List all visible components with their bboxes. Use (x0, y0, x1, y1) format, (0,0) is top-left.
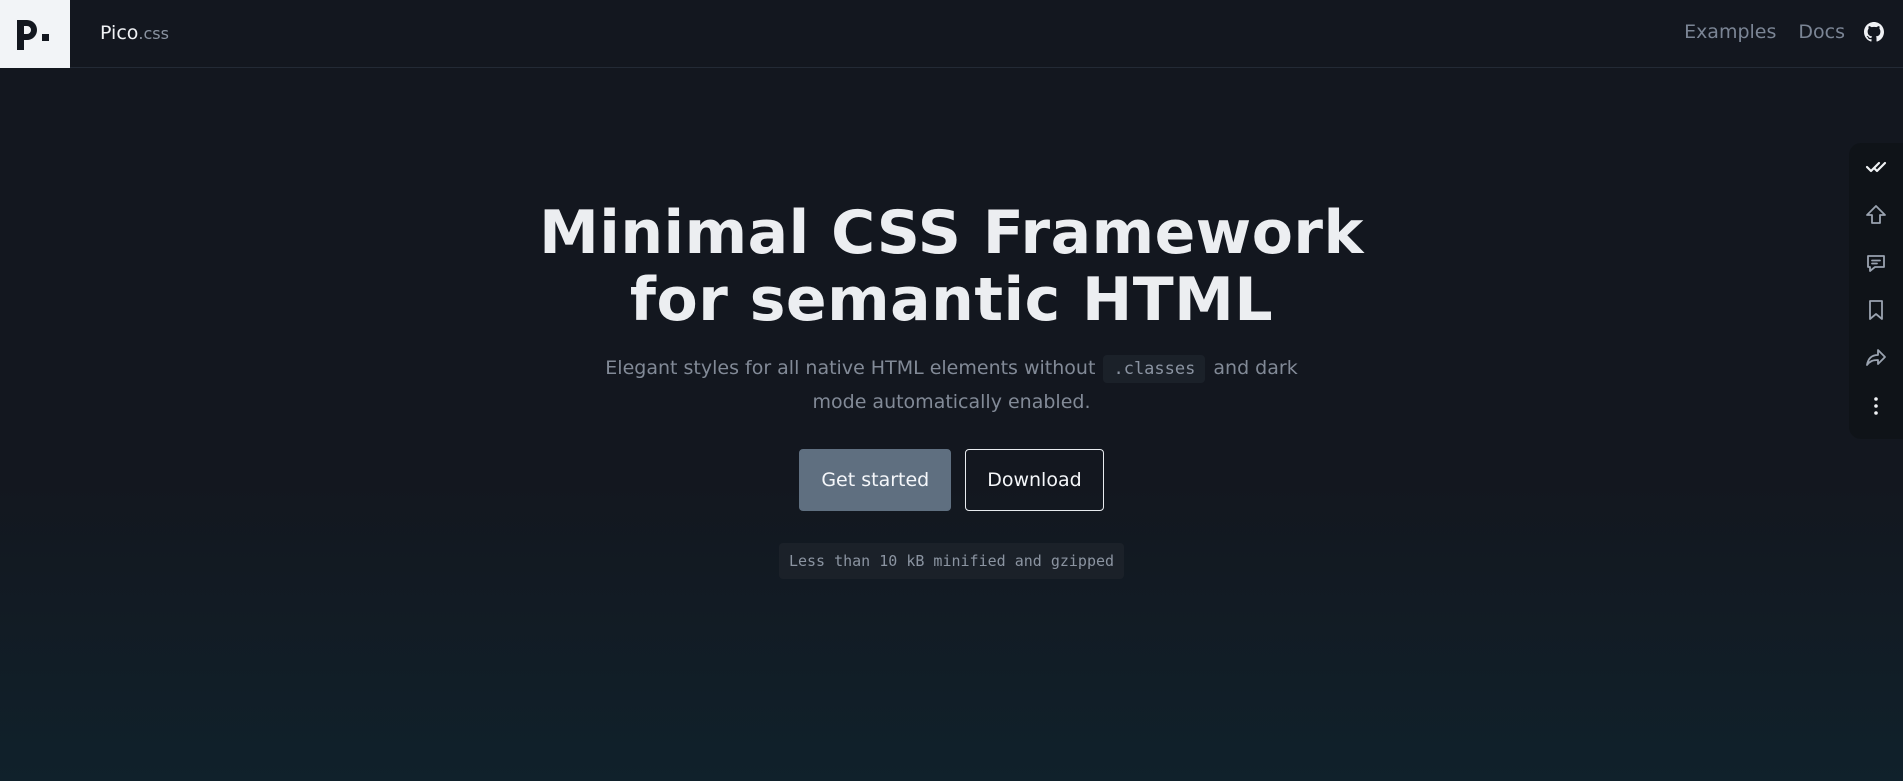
pico-logo-icon (17, 20, 49, 50)
top-nav: Examples Docs (1662, 18, 1885, 46)
bookmark-icon[interactable] (1861, 296, 1891, 325)
nav-examples[interactable]: Examples (1684, 18, 1776, 46)
more-icon[interactable] (1861, 391, 1891, 420)
download-button[interactable]: Download (965, 449, 1104, 511)
hero-title: Minimal CSS Framework for semantic HTML (539, 198, 1364, 335)
hero-buttons: Get started Download (0, 449, 1903, 511)
brand-suffix: .css (138, 24, 169, 43)
link-check-icon[interactable] (1861, 153, 1891, 182)
upload-icon[interactable] (1861, 201, 1891, 230)
side-toolbar (1849, 143, 1903, 439)
github-icon[interactable] (1863, 21, 1885, 43)
site-header: Pico .css Examples Docs (0, 0, 1903, 68)
brand-link[interactable]: Pico .css (100, 22, 169, 45)
classes-code: .classes (1103, 355, 1206, 383)
hero-subtitle: Elegant styles for all native HTML eleme… (602, 352, 1302, 419)
brand-name: Pico (100, 22, 139, 44)
size-note: Less than 10 kB minified and gzipped (778, 543, 1125, 579)
subtitle-text-start: Elegant styles for all native HTML eleme… (605, 357, 1102, 379)
share-icon[interactable] (1861, 344, 1891, 373)
comment-icon[interactable] (1861, 248, 1891, 277)
hero: Minimal CSS Framework for semantic HTML … (0, 200, 1903, 579)
get-started-button[interactable]: Get started (799, 449, 952, 511)
nav-docs[interactable]: Docs (1798, 18, 1845, 46)
logo[interactable] (0, 0, 70, 68)
